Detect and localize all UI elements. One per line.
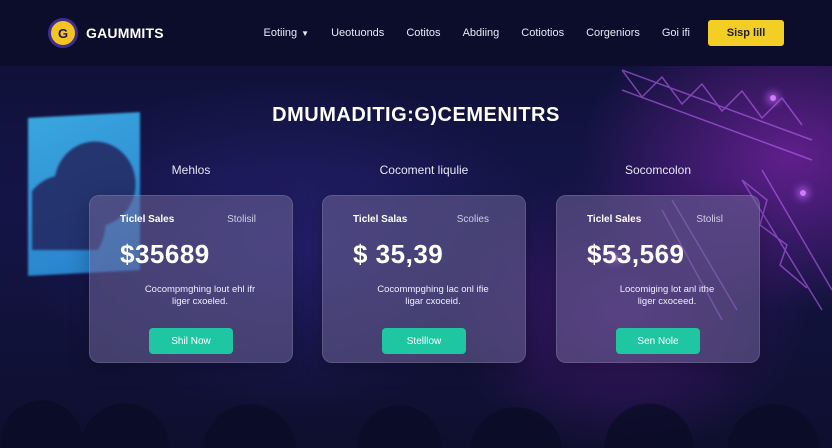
card-tag: Stolisil [227,214,256,225]
column-heading: Socomcolon [624,163,692,177]
card-description-line: Cocompmghing lout ehl ifr [144,284,256,295]
card-action-button[interactable]: Shil Now [149,328,233,354]
nav-item[interactable]: Cotiotios [521,27,564,39]
nav-menu: Eotiing ▼ Ueotuonds Cotitos Abdiing Coti… [264,27,690,39]
card-description-line: Locomiging lot anl ithe [619,284,715,295]
sales-amount: $35689 [120,239,210,269]
ticket-sales-card: Ticlel Sales Stolisl $53,569 Locomiging … [556,195,760,363]
sign-up-button[interactable]: Sisp lill [708,20,784,46]
pricing-column: Mehlos Ticlel Sales Stolisil $35689 Coco… [89,163,293,363]
card-action-button[interactable]: Sen Nole [616,328,700,354]
pricing-column: Cocoment liqulie Ticlel Salas Scolies $ … [322,163,526,363]
brand-name[interactable]: GAUMMITS [86,25,164,41]
logo-icon[interactable]: G [48,18,78,48]
card-tag: Scolies [456,214,489,225]
card-label: Ticlel Salas [353,214,408,225]
nav-item[interactable]: Ueotuonds [331,27,384,39]
nav-item[interactable]: Corgeniors [586,27,640,39]
page-title: DMUMADITIG:G)CEMENITRS [272,104,560,126]
nav-item[interactable]: Abdiing [463,27,500,39]
card-description: Locomiging lot anl ithe liger cxoceed. [573,284,761,308]
chevron-down-icon: ▼ [301,28,310,38]
sales-amount: $ 35,39 [353,239,444,269]
card-description: Cocompmghing lout ehl ifr liger cxoeled. [106,284,294,308]
card-label: Ticlel Sales [587,214,642,225]
ticket-sales-card: Ticlel Salas Scolies $ 35,39 Cocommpghin… [322,195,526,363]
nav-item-dropdown[interactable]: Eotiing ▼ [264,27,310,39]
top-navbar: G GAUMMITS Eotiing ▼ Ueotuonds Cotitos A… [0,0,832,66]
card-description-line: Cocommpghing lac onl ifie [377,284,489,295]
card-description-line: ligar cxoceid. [405,296,461,307]
nav-item[interactable]: Cotitos [406,27,440,39]
logo-letter: G [57,25,69,41]
column-heading: Cocoment liqulie [379,163,469,177]
column-heading: Mehlos [171,163,211,177]
nav-item-label: Eotiing [263,27,298,39]
nav-item[interactable]: Goi ifi [662,27,690,39]
card-description-line: liger cxoceed. [637,296,697,307]
card-description-line: liger cxoeled. [172,296,228,307]
card-action-button[interactable]: Stelllow [382,328,466,354]
ticket-sales-card: Ticlel Sales Stolisil $35689 Cocompmghin… [89,195,293,363]
light-dot [800,190,806,196]
light-dot [770,95,776,101]
card-description: Cocommpghing lac onl ifie ligar cxoceid. [339,284,527,308]
card-tag: Stolisl [696,214,723,225]
pricing-column: Socomcolon Ticlel Sales Stolisl $53,569 … [556,163,760,363]
sales-amount: $53,569 [587,239,685,269]
card-label: Ticlel Sales [120,214,175,225]
